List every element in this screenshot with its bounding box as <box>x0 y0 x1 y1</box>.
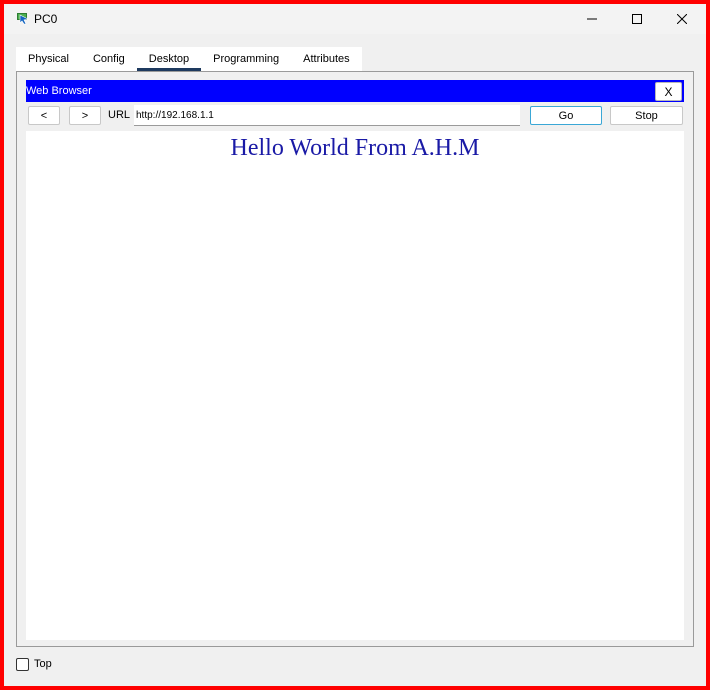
tab-attributes[interactable]: Attributes <box>291 47 362 71</box>
close-button[interactable] <box>659 4 705 34</box>
web-browser-title: Web Browser <box>26 85 92 97</box>
page-heading: Hello World From A.H.M <box>230 135 480 161</box>
close-icon <box>677 14 687 24</box>
go-button[interactable]: Go <box>530 106 602 125</box>
forward-button[interactable]: > <box>69 106 101 125</box>
tab-desktop[interactable]: Desktop <box>136 47 202 71</box>
browser-navbar: < > URL Go Stop <box>26 105 684 129</box>
tab-physical[interactable]: Physical <box>16 47 81 71</box>
footer: Top <box>16 656 52 672</box>
top-checkbox-label: Top <box>34 658 52 670</box>
tab-config[interactable]: Config <box>80 47 137 71</box>
browser-content: Hello World From A.H.M <box>26 131 684 640</box>
window-titlebar[interactable]: PC0 <box>4 4 706 34</box>
app-window: PC0 Physical Config Desktop Programming … <box>4 4 706 686</box>
url-input[interactable] <box>134 105 520 126</box>
maximize-button[interactable] <box>614 4 660 34</box>
tab-bar: Physical Config Desktop Programming Attr… <box>16 47 362 71</box>
minimize-icon <box>587 18 597 20</box>
stop-button[interactable]: Stop <box>610 106 683 125</box>
pc-app-icon <box>17 13 29 25</box>
desktop-panel: Web Browser X < > URL Go Stop Hello Worl… <box>16 71 694 647</box>
web-browser-titlebar: Web Browser X <box>26 80 684 102</box>
maximize-icon <box>632 14 642 24</box>
back-button[interactable]: < <box>28 106 60 125</box>
top-checkbox[interactable] <box>16 657 29 671</box>
url-label: URL <box>108 109 131 121</box>
tab-programming[interactable]: Programming <box>201 47 292 71</box>
minimize-button[interactable] <box>569 4 615 34</box>
web-browser-close-button[interactable]: X <box>655 82 682 101</box>
window-title: PC0 <box>34 12 58 26</box>
